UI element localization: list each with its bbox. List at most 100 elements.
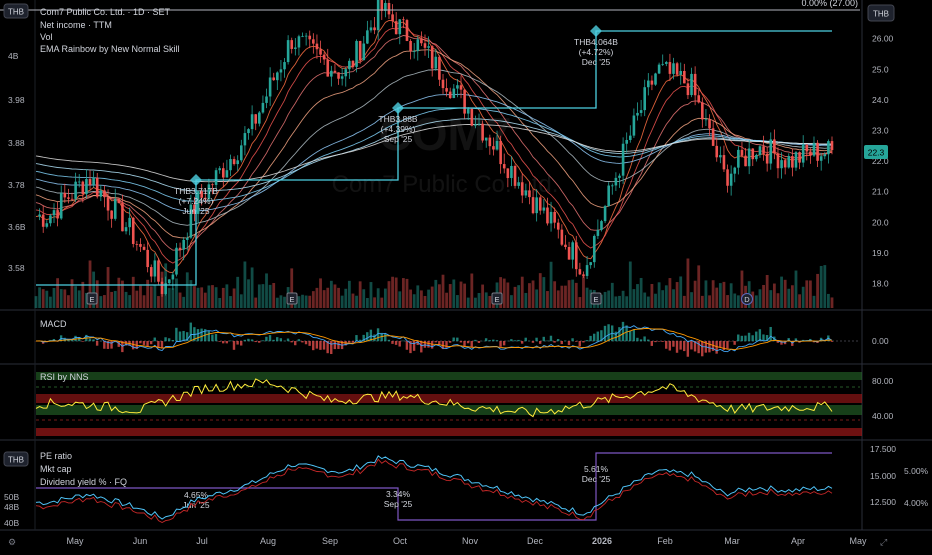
candle-body — [258, 113, 261, 124]
axis-currency-badge-label: THB — [873, 10, 889, 19]
candle-body — [229, 159, 232, 170]
volume-bar — [640, 278, 643, 308]
volume-bar — [445, 293, 448, 308]
candle-body — [71, 199, 74, 200]
volume-bar — [391, 277, 394, 308]
candle-body — [341, 76, 344, 78]
macd-hist-bar — [748, 333, 750, 341]
candle-body — [618, 176, 621, 178]
legend-mkt-cap[interactable]: Mkt cap — [40, 464, 72, 474]
volume-bar — [676, 282, 679, 308]
candle-body — [316, 44, 319, 50]
macd-hist-bar — [478, 341, 480, 343]
candle-body — [254, 114, 257, 123]
volume-bar — [687, 259, 690, 308]
candle-body — [730, 174, 733, 186]
rsi-label[interactable]: RSI by NNS — [40, 372, 89, 382]
candle-body — [456, 85, 459, 88]
legend-dividend-yield[interactable]: Dividend yield % · FQ — [40, 477, 127, 487]
volume-bar — [395, 278, 398, 308]
volume-bar — [773, 284, 776, 308]
volume-bar — [708, 295, 711, 308]
candle-body — [146, 250, 149, 267]
indicator-net-income[interactable]: Net income · TTM — [40, 20, 112, 30]
price-tick: 20.0 — [872, 217, 889, 227]
candle-body — [82, 182, 85, 195]
macd-hist-bar — [427, 341, 429, 348]
macd-hist-bar — [330, 341, 332, 354]
volume-bar — [582, 276, 585, 308]
volume-bar — [813, 296, 816, 308]
macd-hist-bar — [665, 341, 667, 349]
candle-body — [262, 103, 265, 113]
volume-bar — [81, 282, 84, 308]
candle-body — [56, 210, 59, 218]
candle-body — [532, 197, 535, 213]
candle-body — [557, 223, 560, 230]
candle-body — [683, 71, 686, 83]
candle-body — [64, 193, 67, 197]
volume-bar — [298, 296, 301, 308]
volume-bar — [125, 292, 128, 308]
candle-body — [571, 242, 574, 259]
volume-bar — [434, 280, 437, 308]
fund-left-tick-50b: 50B — [4, 492, 19, 502]
volume-bar — [805, 280, 808, 308]
candle-body — [74, 182, 77, 199]
candle-body — [355, 41, 358, 67]
candle-body — [766, 154, 769, 164]
volume-bar — [236, 277, 239, 308]
candle-body — [377, 0, 380, 30]
volume-bar — [571, 280, 574, 308]
time-axis[interactable]: MayJunJulAugSepOctNovDec2026FebMarAprMay — [66, 536, 867, 546]
price-tick: 19.0 — [872, 248, 889, 258]
candle-body — [276, 72, 279, 80]
candle-body — [478, 124, 481, 125]
time-axis-label: May — [849, 536, 867, 546]
volume-bar — [240, 294, 243, 308]
macd-label[interactable]: MACD — [40, 319, 67, 329]
time-axis-label: Oct — [393, 536, 408, 546]
candle-body — [723, 155, 726, 169]
candle-body — [535, 197, 538, 213]
volume-bar — [474, 298, 477, 308]
settings-icon[interactable]: ⚙ — [8, 537, 16, 547]
candle-body — [319, 49, 322, 54]
volume-bar — [524, 293, 527, 308]
indicator-ema-rainbow[interactable]: EMA Rainbow by New Normal Skill — [40, 44, 180, 54]
volume-bar — [651, 284, 654, 308]
macd-hist-bar — [431, 341, 433, 349]
volume-bar — [193, 286, 196, 308]
volume-bar — [175, 278, 178, 308]
volume-bar — [225, 284, 228, 308]
volume-bar — [755, 295, 758, 308]
macd-hist-bar — [269, 335, 271, 341]
candle-body — [211, 184, 214, 185]
macd-hist-bar — [597, 332, 599, 342]
macd-hist-bar — [438, 341, 440, 344]
indicator-volume[interactable]: Vol — [40, 32, 53, 42]
symbol-title[interactable]: Com7 Public Co. Ltd. · 1D · SET — [40, 7, 171, 17]
volume-bar — [712, 280, 715, 308]
price-axis[interactable]: 26.0025.024.023.022.021.020.019.018.0 — [872, 34, 894, 289]
macd-hist-bar — [629, 331, 631, 341]
volume-bar — [53, 288, 56, 308]
macd-hist-bar — [305, 341, 307, 344]
macd-hist-bar — [690, 341, 692, 349]
candle-body — [395, 21, 398, 34]
volume-bar — [402, 278, 405, 308]
volume-bar — [460, 282, 463, 308]
candle-body — [143, 247, 146, 250]
volume-bar — [74, 286, 77, 308]
volume-bar — [189, 280, 192, 308]
volume-bar — [132, 277, 135, 308]
volume-bar — [406, 279, 409, 308]
expand-icon[interactable]: ⤢ — [879, 537, 887, 547]
candle-body — [805, 145, 808, 152]
fund-left-tick-48b: 48B — [4, 502, 19, 512]
rsi-band — [36, 428, 862, 436]
left-axis-tick: 3.6B — [8, 222, 26, 232]
candle-body — [251, 114, 254, 129]
macd-hist-bar — [96, 341, 98, 346]
legend-pe-ratio[interactable]: PE ratio — [40, 451, 72, 461]
